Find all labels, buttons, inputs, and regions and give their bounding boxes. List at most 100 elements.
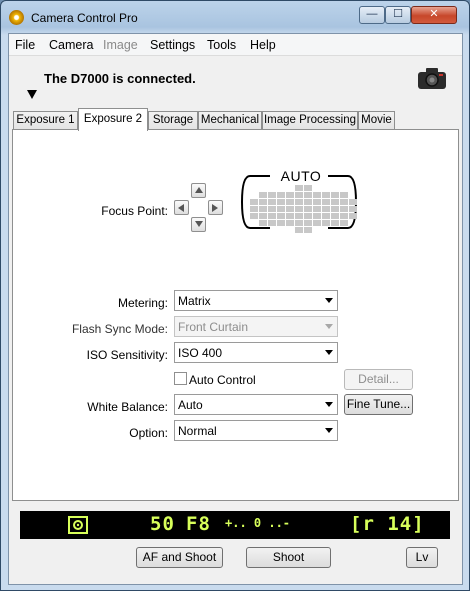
af-point[interactable] bbox=[322, 199, 330, 205]
af-point[interactable] bbox=[250, 213, 258, 219]
af-point[interactable] bbox=[268, 192, 276, 198]
af-point[interactable] bbox=[295, 206, 303, 212]
af-point[interactable] bbox=[349, 213, 357, 219]
expand-arrow-icon[interactable] bbox=[27, 90, 37, 99]
menu-tools[interactable]: Tools bbox=[207, 38, 236, 52]
af-point[interactable] bbox=[322, 192, 330, 198]
af-point[interactable] bbox=[340, 213, 348, 219]
white-balance-value: Auto bbox=[178, 398, 203, 412]
af-point[interactable] bbox=[340, 199, 348, 205]
af-point[interactable] bbox=[304, 227, 312, 233]
live-view-button[interactable]: Lv bbox=[406, 547, 438, 568]
af-point[interactable] bbox=[250, 199, 258, 205]
fine-tune-button[interactable]: Fine Tune... bbox=[344, 394, 413, 415]
af-point[interactable] bbox=[286, 220, 294, 226]
af-point[interactable] bbox=[340, 192, 348, 198]
af-point[interactable] bbox=[259, 192, 267, 198]
detail-button[interactable]: Detail... bbox=[344, 369, 413, 390]
af-point[interactable] bbox=[295, 213, 303, 219]
af-point[interactable] bbox=[286, 213, 294, 219]
arrow-down-icon bbox=[195, 221, 203, 227]
af-point[interactable] bbox=[259, 220, 267, 226]
tab-exposure-1[interactable]: Exposure 1 bbox=[13, 111, 78, 130]
af-point[interactable] bbox=[340, 206, 348, 212]
af-point-grid[interactable] bbox=[240, 170, 358, 234]
white-balance-select[interactable]: Auto bbox=[174, 394, 338, 415]
af-point[interactable] bbox=[322, 220, 330, 226]
af-point[interactable] bbox=[277, 192, 285, 198]
af-point[interactable] bbox=[286, 206, 294, 212]
af-point[interactable] bbox=[304, 199, 312, 205]
af-point[interactable] bbox=[331, 206, 339, 212]
af-point[interactable] bbox=[259, 199, 267, 205]
af-point[interactable] bbox=[295, 227, 303, 233]
close-button[interactable]: ✕ bbox=[411, 6, 457, 24]
af-point[interactable] bbox=[268, 206, 276, 212]
af-point[interactable] bbox=[295, 192, 303, 198]
auto-control-checkbox[interactable] bbox=[174, 372, 187, 385]
minimize-button[interactable]: — bbox=[359, 6, 385, 24]
client-area: File Camera Image Settings Tools Help Th… bbox=[8, 33, 463, 585]
af-point[interactable] bbox=[331, 192, 339, 198]
flash-sync-select[interactable]: Front Curtain bbox=[174, 316, 338, 337]
af-point[interactable] bbox=[313, 220, 321, 226]
af-point[interactable] bbox=[331, 213, 339, 219]
af-point[interactable] bbox=[304, 220, 312, 226]
af-point[interactable] bbox=[322, 213, 330, 219]
af-point[interactable] bbox=[295, 220, 303, 226]
af-point[interactable] bbox=[286, 199, 294, 205]
tab-mechanical[interactable]: Mechanical bbox=[198, 111, 262, 130]
af-point[interactable] bbox=[340, 220, 348, 226]
af-point[interactable] bbox=[295, 199, 303, 205]
af-point[interactable] bbox=[277, 213, 285, 219]
af-point[interactable] bbox=[268, 213, 276, 219]
metering-value: Matrix bbox=[178, 294, 211, 308]
menu-settings[interactable]: Settings bbox=[150, 38, 195, 52]
af-point[interactable] bbox=[331, 220, 339, 226]
window-title: Camera Control Pro bbox=[31, 11, 138, 25]
af-point[interactable] bbox=[259, 206, 267, 212]
title-bar[interactable]: Camera Control Pro — ☐ ✕ bbox=[1, 1, 469, 33]
metering-select[interactable]: Matrix bbox=[174, 290, 338, 311]
menu-file[interactable]: File bbox=[15, 38, 35, 52]
tab-image-processing[interactable]: Image Processing bbox=[262, 111, 358, 130]
af-point[interactable] bbox=[322, 206, 330, 212]
option-value: Normal bbox=[178, 424, 217, 438]
af-point[interactable] bbox=[277, 220, 285, 226]
af-point[interactable] bbox=[259, 213, 267, 219]
af-point[interactable] bbox=[304, 192, 312, 198]
af-point[interactable] bbox=[349, 206, 357, 212]
chevron-down-icon bbox=[325, 350, 333, 355]
af-point[interactable] bbox=[268, 220, 276, 226]
af-point[interactable] bbox=[331, 199, 339, 205]
focus-down-button[interactable] bbox=[191, 217, 206, 232]
af-point[interactable] bbox=[277, 199, 285, 205]
af-point[interactable] bbox=[277, 206, 285, 212]
menu-help[interactable]: Help bbox=[250, 38, 276, 52]
af-point[interactable] bbox=[286, 192, 294, 198]
shoot-button[interactable]: Shoot bbox=[246, 547, 331, 568]
af-point[interactable] bbox=[313, 213, 321, 219]
af-point[interactable] bbox=[250, 206, 258, 212]
af-point[interactable] bbox=[295, 185, 303, 191]
menu-image[interactable]: Image bbox=[103, 38, 138, 52]
tab-storage[interactable]: Storage bbox=[148, 111, 198, 130]
af-point[interactable] bbox=[304, 206, 312, 212]
af-point[interactable] bbox=[304, 185, 312, 191]
maximize-button[interactable]: ☐ bbox=[385, 6, 411, 24]
af-point[interactable] bbox=[304, 213, 312, 219]
af-point[interactable] bbox=[313, 206, 321, 212]
af-and-shoot-button[interactable]: AF and Shoot bbox=[136, 547, 223, 568]
af-point[interactable] bbox=[349, 199, 357, 205]
tab-exposure-2[interactable]: Exposure 2 bbox=[78, 108, 148, 131]
af-point[interactable] bbox=[313, 192, 321, 198]
af-point[interactable] bbox=[313, 199, 321, 205]
focus-left-button[interactable] bbox=[174, 200, 189, 215]
option-select[interactable]: Normal bbox=[174, 420, 338, 441]
iso-select[interactable]: ISO 400 bbox=[174, 342, 338, 363]
menu-camera[interactable]: Camera bbox=[49, 38, 93, 52]
tab-movie[interactable]: Movie bbox=[358, 111, 395, 130]
focus-up-button[interactable] bbox=[191, 183, 206, 198]
af-point[interactable] bbox=[268, 199, 276, 205]
focus-right-button[interactable] bbox=[208, 200, 223, 215]
